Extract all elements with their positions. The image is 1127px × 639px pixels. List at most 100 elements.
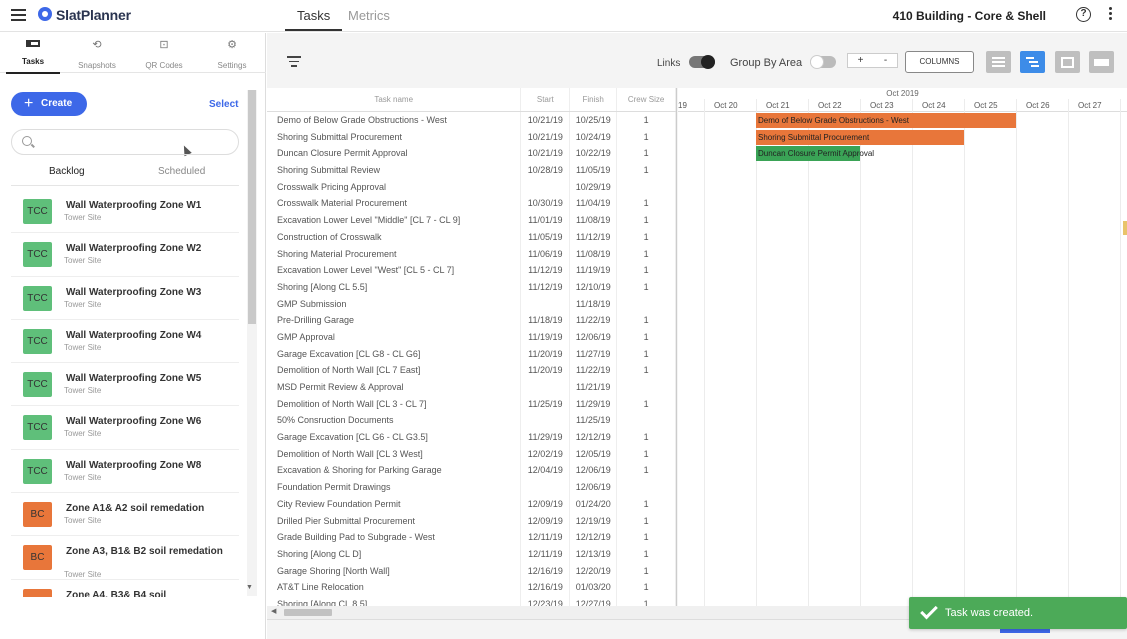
columns-button[interactable]: COLUMNS xyxy=(905,51,974,73)
sidebar-tab-snapshots[interactable]: ⟲ Snapshots xyxy=(64,33,130,73)
links-toggle[interactable] xyxy=(689,55,715,69)
task-grid-row[interactable]: Foundation Permit Drawings 12/06/19 xyxy=(267,479,677,496)
backlog-task-card[interactable]: TCC Wall Waterproofing Zone W3 Tower Site xyxy=(11,277,239,320)
select-link[interactable]: Select xyxy=(209,99,238,110)
task-grid-row[interactable]: MSD Permit Review & Approval 11/21/19 xyxy=(267,379,677,396)
gantt-view-button[interactable] xyxy=(1020,51,1045,73)
task-grid-row[interactable]: Pre-Drilling Garage 11/18/19 11/22/19 1 xyxy=(267,312,677,329)
zoom-out-button[interactable]: - xyxy=(873,54,898,67)
task-grid-row[interactable]: Garage Excavation [CL G8 - CL G6] 11/20/1… xyxy=(267,345,677,363)
gantt-day-gridline xyxy=(964,99,965,606)
column-header-task-name[interactable]: Task name xyxy=(267,88,522,111)
backlog-task-card[interactable]: TCC Wall Waterproofing Zone W2 Tower Site xyxy=(11,233,239,277)
sidebar-scroll-thumb[interactable] xyxy=(248,90,256,324)
task-grid-row[interactable]: Shoring [Along CL 5.5] 11/12/19 12/10/19 1 xyxy=(267,278,677,296)
calendar-icon[interactable] xyxy=(1055,51,1080,73)
task-grid-row[interactable]: Shoring [Along CL D] 12/11/19 12/13/19 1 xyxy=(267,545,677,563)
sidebar-scrollbar[interactable] xyxy=(247,90,257,596)
gantt-day-label: Oct 21 xyxy=(766,101,790,110)
task-grid-row[interactable]: Excavation & Shoring for Parking Garage 1… xyxy=(267,462,677,480)
cell-finish: 12/12/19 xyxy=(570,529,618,546)
column-header-finish[interactable]: Finish xyxy=(570,88,618,111)
backlog-task-card[interactable]: BC Zone A1& A2 soil remedation Tower Site xyxy=(11,493,239,537)
column-header-crew-size[interactable]: Crew Size xyxy=(617,88,676,111)
backlog-task-card[interactable]: TCC Wall Waterproofing Zone W6 Tower Site xyxy=(11,406,239,450)
task-trade-badge: BC xyxy=(23,502,52,528)
project-title[interactable]: 410 Building - Core & Shell xyxy=(893,9,1046,23)
backlog-task-card[interactable]: TCC Wall Waterproofing Zone W4 Tower Site xyxy=(11,320,239,364)
task-grid-row[interactable]: GMP Approval 11/19/19 12/06/19 1 xyxy=(267,328,677,346)
task-grid-row[interactable]: Demo of Below Grade Obstructions - West 1… xyxy=(267,112,677,129)
scroll-left-arrow-icon[interactable]: ◀ xyxy=(271,607,276,615)
task-grid-row[interactable]: Shoring Submittal Procurement 10/21/19 10/… xyxy=(267,128,677,146)
horizontal-scroll-thumb[interactable] xyxy=(284,609,332,616)
task-grid-row[interactable]: Garage Excavation [CL G6 - CL G3.5] 11/29… xyxy=(267,429,677,446)
tab-metrics[interactable]: Metrics xyxy=(348,8,390,23)
sidebar-tab-tasks[interactable]: Tasks xyxy=(0,33,66,74)
cell-finish: 12/06/19 xyxy=(570,462,618,480)
backlog-task-card[interactable]: BC Zone A3, B1& B2 soil remedation Tower S… xyxy=(11,536,239,580)
task-grid-row[interactable]: Shoring Material Procurement 11/06/19 11/0… xyxy=(267,245,677,263)
task-grid-row[interactable]: City Review Foundation Permit 12/09/19 01/… xyxy=(267,495,677,513)
task-grid-row[interactable]: Grade Building Pad to Subgrade - West 12/… xyxy=(267,529,677,546)
task-grid-row[interactable]: Excavation Lower Level "Middle" [CL 7 - … xyxy=(267,212,677,229)
task-grid-row[interactable]: Garage Shoring [North Wall] 12/16/19 12/20… xyxy=(267,562,677,580)
filter-icon[interactable] xyxy=(287,56,301,70)
grid-view-button[interactable] xyxy=(986,51,1011,73)
column-header-start[interactable]: Start xyxy=(521,88,571,111)
group-by-area-toggle[interactable] xyxy=(810,55,836,69)
subtab-scheduled[interactable]: Scheduled xyxy=(158,166,205,177)
cell-crew-size: 1 xyxy=(617,312,677,329)
subtab-backlog[interactable]: Backlog xyxy=(49,166,85,177)
gantt-task-bar[interactable]: Demo of Below Grade Obstructions - West xyxy=(756,113,1016,128)
task-search-input[interactable] xyxy=(38,133,228,151)
task-grid-row[interactable]: AT&T Line Relocation 12/16/19 01/03/20 1 xyxy=(267,579,677,596)
task-grid-row[interactable]: GMP Submission 11/18/19 xyxy=(267,295,677,313)
gantt-edge-marker xyxy=(1123,221,1127,235)
sidebar-tab-qr-codes[interactable]: ⊡ QR Codes xyxy=(131,33,197,73)
cell-finish: 12/06/19 xyxy=(570,479,618,496)
task-grid-row[interactable]: Excavation Lower Level "West" [CL 5 - CL… xyxy=(267,262,677,279)
task-grid-row[interactable]: Crosswalk Pricing Approval 10/29/19 xyxy=(267,178,677,196)
cell-finish: 12/10/19 xyxy=(570,278,618,296)
history-icon: ⟲ xyxy=(92,39,102,51)
cell-crew-size: 1 xyxy=(617,145,677,163)
cell-crew-size: 1 xyxy=(617,345,677,363)
more-options-icon[interactable] xyxy=(1109,7,1113,23)
toast-notification: Task was created. xyxy=(909,597,1127,629)
gantt-chart: Oct 2019 19 Oct 20 Oct 21 Oct 22 Oct 23 Oct 2… xyxy=(678,88,1127,606)
tab-tasks[interactable]: Tasks xyxy=(284,8,343,31)
cell-finish: 11/27/19 xyxy=(570,345,618,363)
hamburger-menu-icon[interactable] xyxy=(11,9,26,21)
backlog-task-card[interactable]: TCC Wall Waterproofing Zone W8 Tower Site xyxy=(11,450,239,494)
task-grid-row[interactable]: Construction of Crosswalk 11/05/19 11/12/1… xyxy=(267,228,677,246)
subtab-divider xyxy=(11,185,239,186)
sidebar-tab-settings[interactable]: ⚙ Settings xyxy=(199,33,265,73)
group-by-area-label: Group By Area xyxy=(730,57,803,69)
print-icon[interactable] xyxy=(1089,51,1114,73)
zoom-in-button[interactable]: + xyxy=(848,54,873,67)
cell-task-name: Shoring Submittal Review xyxy=(267,162,522,179)
gantt-task-bar[interactable]: Duncan Closure Permit Approval xyxy=(756,146,874,162)
scroll-down-arrow-icon[interactable]: ▼ xyxy=(246,584,253,591)
cell-task-name: Shoring [Along CL 5.5] xyxy=(267,278,522,296)
backlog-task-card[interactable]: TCC Wall Waterproofing Zone W5 Tower Site xyxy=(11,363,239,407)
backlog-task-card[interactable]: TCC Wall Waterproofing Zone W1 Tower Site xyxy=(11,190,239,234)
task-search-box[interactable] xyxy=(11,129,239,155)
task-grid-row[interactable]: Duncan Closure Permit Approval 10/21/19 10… xyxy=(267,145,677,163)
cell-finish: 11/05/19 xyxy=(570,162,618,179)
help-icon[interactable]: ? xyxy=(1076,7,1091,22)
cell-start xyxy=(521,412,571,430)
task-grid-row[interactable]: Shoring Submittal Review 10/28/19 11/05/19… xyxy=(267,162,677,179)
task-grid-row[interactable]: Drilled Pier Submittal Procurement 12/09/… xyxy=(267,512,677,530)
task-grid-row[interactable]: Demolition of North Wall [CL 3 West] 12/0… xyxy=(267,445,677,463)
cell-task-name: Shoring [Along CL D] xyxy=(267,545,522,563)
cell-finish: 11/12/19 xyxy=(570,228,618,246)
task-grid-row[interactable]: Demolition of North Wall [CL 3 - CL 7] 11… xyxy=(267,395,677,413)
backlog-task-card[interactable]: Zone A4, B3& B4 soil xyxy=(11,580,239,597)
task-grid-row[interactable]: Demolition of North Wall [CL 7 East] 11/2… xyxy=(267,362,677,379)
task-grid-row[interactable]: 50% Consruction Documents 11/25/19 xyxy=(267,412,677,430)
task-grid-row[interactable]: Crosswalk Material Procurement 10/30/19 11… xyxy=(267,195,677,213)
create-button[interactable]: + Create xyxy=(11,92,87,116)
gantt-task-bar[interactable]: Shoring Submittal Procurement xyxy=(756,129,964,145)
